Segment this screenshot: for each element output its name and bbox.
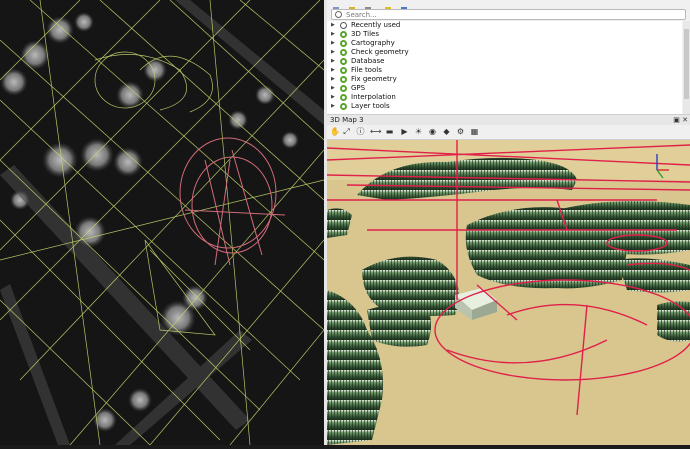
zoom-full-icon[interactable]: ⤢	[342, 127, 351, 136]
sun-icon[interactable]: ☀	[414, 127, 423, 136]
processing-toolbox: ▶ Recently used ▶ 3D Tiles ▶ Cartography…	[327, 0, 690, 114]
animation-icon[interactable]: ▬	[385, 127, 394, 136]
3d-scene-graphics	[326, 140, 690, 445]
tree-item-cartography[interactable]: ▶ Cartography	[331, 39, 671, 48]
qgis-icon	[340, 85, 347, 92]
map-2d-graphics	[0, 0, 324, 445]
tree-item-database[interactable]: ▶ Database	[331, 57, 671, 66]
tree-item-label: File tools	[351, 66, 382, 74]
scrollbar-thumb[interactable]	[684, 29, 689, 99]
tree-item-fix-geometry[interactable]: ▶ Fix geometry	[331, 75, 671, 84]
tree-item-label: GPS	[351, 84, 366, 92]
expand-arrow-icon[interactable]: ▶	[331, 39, 337, 48]
qgis-icon	[340, 103, 347, 110]
tree-item-label: Check geometry	[351, 48, 409, 56]
clock-icon	[340, 22, 347, 29]
float-window-icon[interactable]: ▣	[673, 116, 680, 124]
3d-scene[interactable]	[326, 140, 690, 445]
tree-item-label: Fix geometry	[351, 75, 397, 83]
qgis-icon	[340, 31, 347, 38]
window-buttons: ▣ ✕	[673, 116, 688, 124]
search-input[interactable]	[346, 10, 666, 19]
tree-item-label: Interpolation	[351, 93, 396, 101]
tree-item-label: 3D Tiles	[351, 30, 379, 38]
expand-arrow-icon[interactable]: ▶	[331, 93, 337, 102]
identify-icon[interactable]: ⓘ	[356, 127, 365, 136]
expand-arrow-icon[interactable]: ▶	[331, 102, 337, 111]
qgis-icon	[340, 94, 347, 101]
toolbox-tree: ▶ Recently used ▶ 3D Tiles ▶ Cartography…	[327, 21, 682, 114]
qgis-icon	[340, 49, 347, 56]
tree-item-label: Layer tools	[351, 102, 390, 110]
tree-item-3d-tiles[interactable]: ▶ 3D Tiles	[331, 30, 671, 39]
expand-arrow-icon[interactable]: ▶	[331, 21, 337, 30]
search-icon	[335, 11, 342, 18]
tree-item-label: Recently used	[351, 21, 401, 29]
effects-icon[interactable]: ◆	[442, 127, 451, 136]
expand-arrow-icon[interactable]: ▶	[331, 30, 337, 39]
tree-item-gps[interactable]: ▶ GPS	[331, 84, 671, 93]
right-panel: ▶ Recently used ▶ 3D Tiles ▶ Cartography…	[326, 0, 690, 445]
qgis-icon	[340, 67, 347, 74]
3d-map-title-bar[interactable]: 3D Map 3 ▣ ✕	[327, 114, 690, 125]
expand-arrow-icon[interactable]: ▶	[331, 84, 337, 93]
tree-item-label: Database	[351, 57, 385, 65]
play-icon[interactable]: ▶	[400, 127, 409, 136]
tree-item-file-tools[interactable]: ▶ File tools	[331, 66, 671, 75]
tree-item-interpolation[interactable]: ▶ Interpolation	[331, 93, 671, 102]
gps-tracks	[179, 137, 286, 266]
qgis-icon	[340, 76, 347, 83]
close-icon[interactable]: ✕	[682, 116, 688, 124]
toolbox-toolbar	[327, 0, 690, 11]
tree-item-layer-tools[interactable]: ▶ Layer tools	[331, 102, 671, 111]
toolbox-scrollbar[interactable]	[683, 21, 690, 114]
map-canvas-2d[interactable]	[0, 0, 324, 445]
qgis-icon	[340, 58, 347, 65]
qgis-icon	[340, 40, 347, 47]
tree-item-recently-used[interactable]: ▶ Recently used	[331, 21, 671, 30]
expand-arrow-icon[interactable]: ▶	[331, 66, 337, 75]
measure-icon[interactable]: ⟷	[370, 127, 381, 136]
window-title: 3D Map 3	[330, 116, 364, 124]
pan-icon[interactable]: ✋	[330, 127, 340, 136]
layers-icon[interactable]: ▦	[470, 127, 479, 136]
tree-item-label: Cartography	[351, 39, 395, 47]
expand-arrow-icon[interactable]: ▶	[331, 48, 337, 57]
camera-icon[interactable]: ◉	[428, 127, 437, 136]
3d-map-toolbar: ✋ ⤢ ⓘ ⟷ ▬ ▶ ☀ ◉ ◆ ⚙ ▦	[327, 125, 690, 140]
expand-arrow-icon[interactable]: ▶	[331, 75, 337, 84]
settings-icon[interactable]: ⚙	[456, 127, 465, 136]
3d-map-view: 3D Map 3 ▣ ✕ ✋ ⤢ ⓘ ⟷ ▬ ▶ ☀ ◉ ◆ ⚙ ▦	[326, 114, 690, 445]
toolbox-search[interactable]	[331, 9, 686, 20]
tree-item-check-geometry[interactable]: ▶ Check geometry	[331, 48, 671, 57]
expand-arrow-icon[interactable]: ▶	[331, 57, 337, 66]
